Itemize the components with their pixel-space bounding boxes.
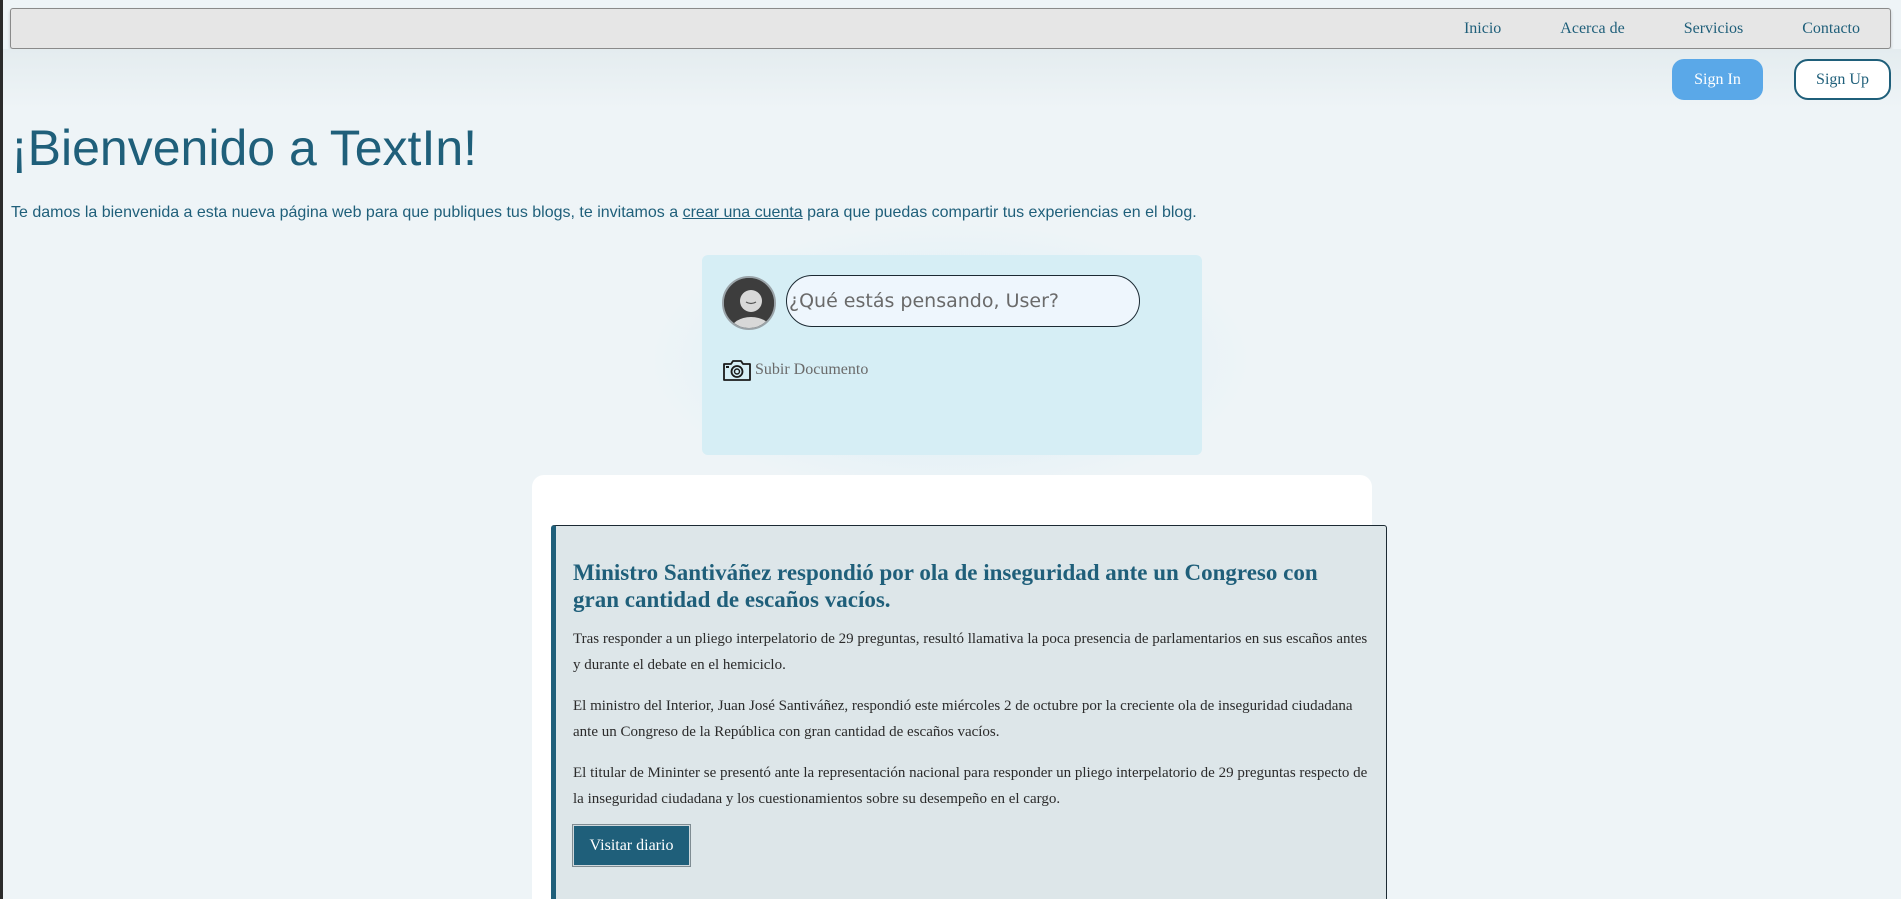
nav-link-acerca-de[interactable]: Acerca de (1560, 20, 1624, 38)
visit-newspaper-button[interactable]: Visitar diario (572, 824, 691, 867)
post-composer: Subir Documento (702, 255, 1202, 455)
welcome-text-before: Te damos la bienvenida a esta nueva pági… (11, 204, 683, 221)
post-input[interactable] (786, 275, 1140, 327)
sign-in-button[interactable]: Sign In (1672, 59, 1763, 100)
page-title: ¡Bienvenido a TextIn! (11, 120, 478, 176)
auth-buttons: Sign In Sign Up (1672, 59, 1891, 100)
article-paragraph: Tras responder a un pliego interpelatori… (573, 631, 1368, 673)
article-paragraph: El ministro del Interior, Juan José Sant… (573, 698, 1353, 740)
header-band (3, 49, 1901, 109)
nav-links: Inicio Acerca de Servicios Contacto (1464, 9, 1890, 48)
camera-icon (723, 360, 751, 381)
window-frame-edge (0, 0, 3, 899)
sign-up-button[interactable]: Sign Up (1794, 59, 1891, 100)
top-navbar: Inicio Acerca de Servicios Contacto (10, 8, 1891, 49)
upload-document-label: Subir Documento (755, 361, 869, 378)
nav-link-servicios[interactable]: Servicios (1684, 20, 1744, 38)
upload-document-button[interactable]: Subir Documento (722, 358, 868, 382)
article-title: Ministro Santiváñez respondió por ola de… (573, 560, 1318, 612)
news-article-card: Ministro Santiváñez respondió por ola de… (551, 525, 1387, 899)
user-avatar-icon (722, 276, 776, 330)
avatar-graphic (724, 278, 774, 328)
article-paragraph: El titular de Mininter se presentó ante … (573, 765, 1368, 807)
nav-link-contacto[interactable]: Contacto (1802, 20, 1860, 38)
nav-link-inicio[interactable]: Inicio (1464, 20, 1501, 38)
